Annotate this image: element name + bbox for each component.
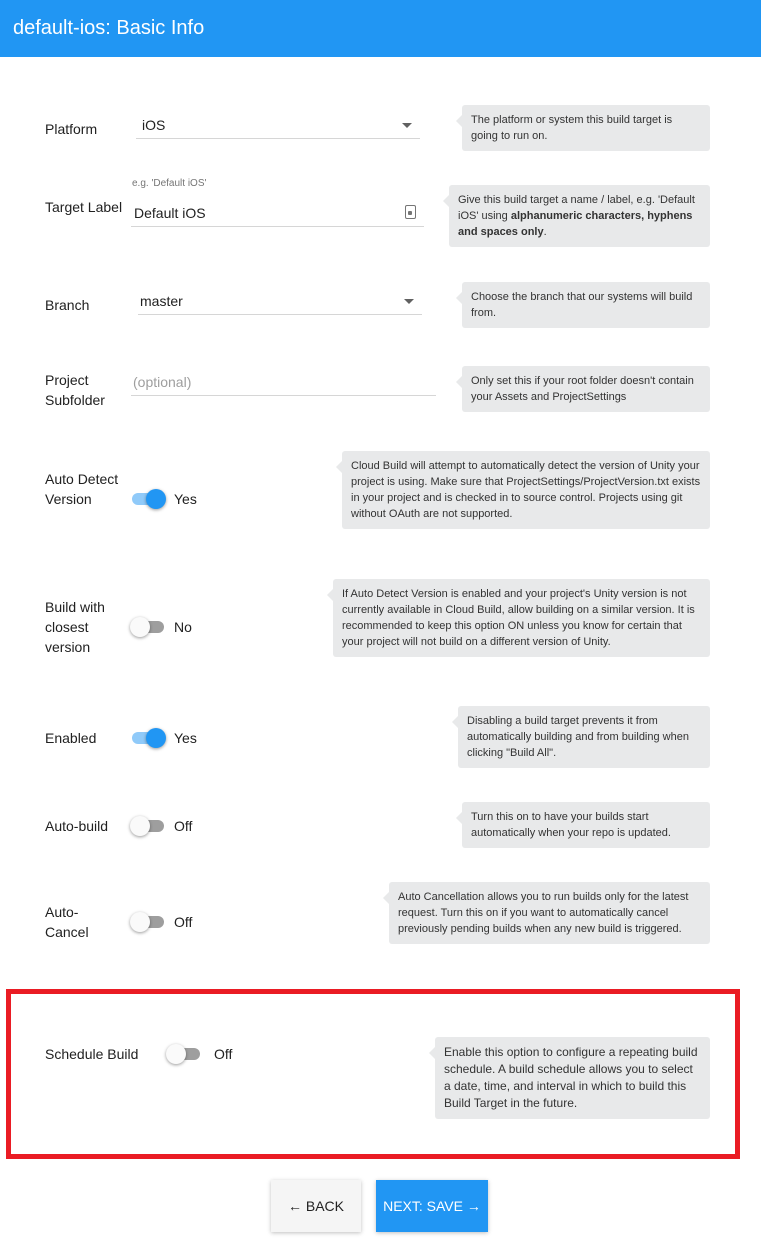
enabled-state: Yes <box>174 730 197 746</box>
chevron-down-icon <box>404 299 414 304</box>
auto-build-label: Auto-build <box>45 818 109 834</box>
auto-build-state: Off <box>174 818 193 834</box>
toggle-knob <box>130 617 150 637</box>
platform-value: iOS <box>142 117 166 133</box>
platform-tip: The platform or system this build target… <box>456 105 710 151</box>
platform-select[interactable]: iOS <box>136 111 420 139</box>
auto-cancel-label: Auto-Cancel <box>45 904 89 940</box>
auto-cancel-toggle[interactable] <box>130 912 166 932</box>
branch-tip-text: Choose the branch that our systems will … <box>471 291 693 319</box>
enabled-label: Enabled <box>45 730 97 746</box>
closest-version-tip-text: If Auto Detect Version is enabled and yo… <box>342 588 695 648</box>
target-label-label: Target Label <box>45 199 123 215</box>
toggle-knob <box>130 816 150 836</box>
target-label-tip: Give this build target a name / label, e… <box>443 185 710 247</box>
branch-label: Branch <box>45 297 90 313</box>
closest-version-label: Build with closest version <box>45 599 105 655</box>
toggle-knob <box>146 489 166 509</box>
closest-version-tip: If Auto Detect Version is enabled and yo… <box>327 579 710 657</box>
target-label-hint: e.g. 'Default iOS' <box>132 178 207 189</box>
page-header: default-ios: Basic Info <box>0 0 761 57</box>
auto-cancel-tip-text: Auto Cancellation allows you to run buil… <box>398 891 689 935</box>
subfolder-tip: Only set this if your root folder doesn'… <box>456 366 710 412</box>
auto-detect-toggle[interactable] <box>130 489 166 509</box>
page-title: default-ios: Basic Info <box>13 17 205 39</box>
branch-select[interactable]: master <box>138 287 422 315</box>
auto-detect-tip: Cloud Build will attempt to automaticall… <box>336 451 710 529</box>
schedule-build-label: Schedule Build <box>45 1046 139 1062</box>
target-label-value: Default iOS <box>134 205 206 221</box>
closest-version-toggle[interactable] <box>130 617 166 637</box>
schedule-build-tip: Enable this option to configure a repeat… <box>429 1037 710 1119</box>
auto-build-tip: Turn this on to have your builds start a… <box>456 802 710 848</box>
next-save-button[interactable]: NEXT: SAVE → <box>376 1180 488 1232</box>
branch-tip: Choose the branch that our systems will … <box>456 282 710 328</box>
enabled-tip: Disabling a build target prevents it fro… <box>452 706 710 768</box>
branch-value: master <box>140 293 183 309</box>
schedule-build-toggle[interactable] <box>166 1044 202 1064</box>
subfolder-input[interactable]: (optional) <box>131 368 436 396</box>
target-label-tip-suffix: . <box>543 226 547 238</box>
platform-tip-text: The platform or system this build target… <box>471 114 673 142</box>
enabled-tip-text: Disabling a build target prevents it fro… <box>467 715 689 759</box>
schedule-build-state: Off <box>214 1046 233 1062</box>
auto-detect-state: Yes <box>174 491 197 507</box>
toggle-knob <box>166 1044 186 1064</box>
auto-detect-label: Auto Detect Version <box>45 471 119 507</box>
auto-cancel-tip: Auto Cancellation allows you to run buil… <box>383 882 710 944</box>
auto-detect-tip-text: Cloud Build will attempt to automaticall… <box>351 460 701 520</box>
platform-label: Platform <box>45 121 98 137</box>
toggle-knob <box>146 728 166 748</box>
chevron-down-icon <box>402 123 412 128</box>
subfolder-placeholder: (optional) <box>133 374 192 390</box>
contact-card-icon <box>405 205 416 219</box>
back-button[interactable]: ← BACK <box>271 1180 361 1232</box>
closest-version-state: No <box>174 619 192 635</box>
toggle-knob <box>130 912 150 932</box>
auto-build-tip-text: Turn this on to have your builds start a… <box>471 811 671 839</box>
enabled-toggle[interactable] <box>130 728 166 748</box>
subfolder-label: Project Subfolder <box>45 372 105 408</box>
target-label-input[interactable]: Default iOS <box>131 199 424 227</box>
schedule-build-tip-text: Enable this option to configure a repeat… <box>444 1045 698 1110</box>
subfolder-tip-text: Only set this if your root folder doesn'… <box>471 375 694 403</box>
auto-build-toggle[interactable] <box>130 816 166 836</box>
auto-cancel-state: Off <box>174 914 193 930</box>
